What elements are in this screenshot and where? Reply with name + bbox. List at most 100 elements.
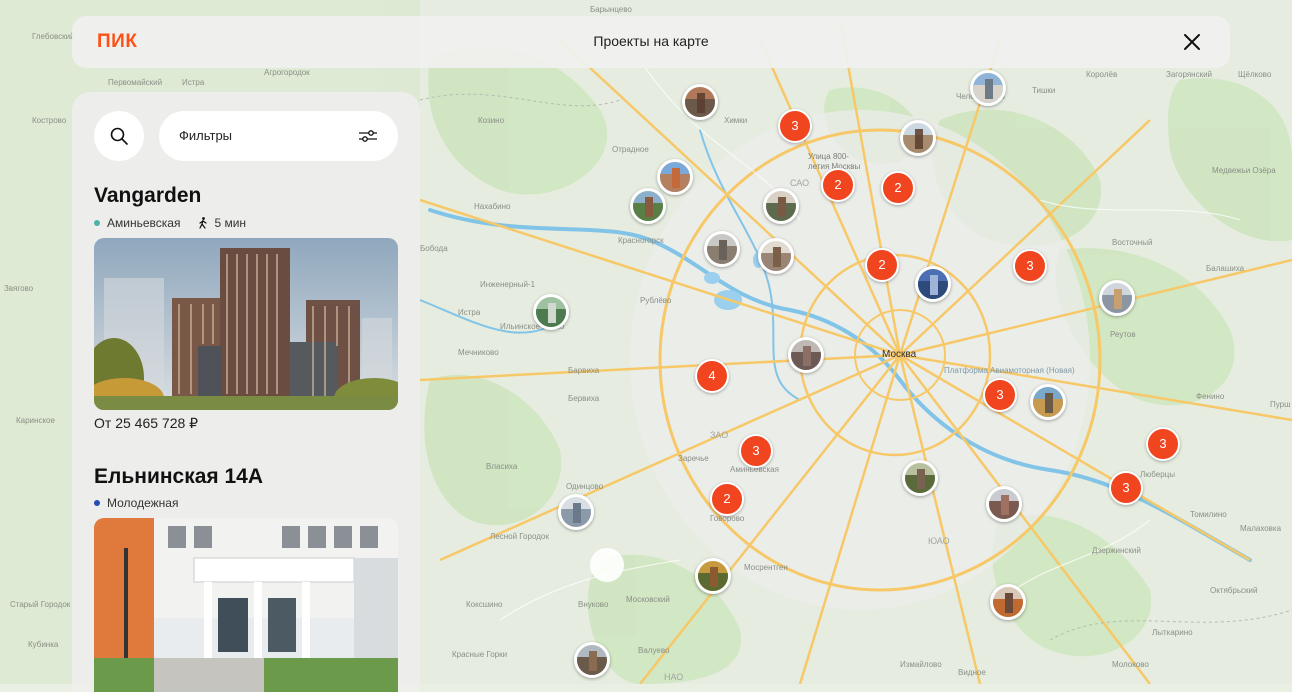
map-label: Щёлково (1238, 70, 1272, 79)
map-label: Внуково (578, 600, 609, 609)
project-metro: Аминьевская 5 мин (94, 216, 246, 230)
map-project-pin[interactable] (900, 120, 936, 156)
map-project-pin[interactable] (915, 266, 951, 302)
walk-time: 5 мин (198, 216, 246, 230)
map-label: Загорянский (1166, 70, 1213, 79)
search-icon (110, 127, 128, 145)
filters-label: Фильтры (179, 128, 233, 143)
map-project-pin[interactable] (574, 642, 610, 678)
metro-station: Аминьевская (107, 216, 181, 230)
map-label: Истра (182, 78, 205, 87)
map-label: Лыткарино (1152, 628, 1193, 637)
map-label: Первомайский (108, 78, 163, 87)
filters-button[interactable]: Фильтры (159, 111, 398, 161)
map-cluster-marker[interactable]: 2 (821, 168, 855, 202)
map-label: Инженерный-1 (480, 280, 536, 289)
map-label: Власиха (486, 462, 518, 471)
map-project-pin[interactable] (682, 84, 718, 120)
map-label: Восточный (1112, 238, 1153, 247)
top-bar: ПИК Проекты на карте (72, 16, 1230, 68)
map-label: Дзержинский (1092, 546, 1141, 555)
projects-panel[interactable]: Фильтры Vangarden Аминьевская 5 мин От 2… (72, 92, 420, 692)
map-label: Измайлово (900, 660, 942, 669)
map-label: Платформа Авиамоторная (Новая) (944, 366, 1075, 375)
map-label: Отрадное (612, 145, 649, 154)
project-title[interactable]: Ельнинская 14А (94, 465, 263, 489)
project-metro: Молодежная (94, 496, 178, 510)
map-cluster-marker[interactable]: 3 (983, 378, 1017, 412)
map-label: Пурш (1270, 400, 1291, 409)
map-label: Тишки (1032, 86, 1056, 95)
map-cluster-marker[interactable]: 3 (739, 434, 773, 468)
map-label: Старый Городок (10, 600, 71, 609)
map-label: Красные Горки (452, 650, 508, 659)
map-label: Мечниково (458, 348, 499, 357)
metro-line-dot (94, 500, 100, 506)
map-cluster-marker[interactable]: 3 (1013, 249, 1047, 283)
map-location-bubble (590, 548, 624, 582)
map-project-pin[interactable] (1030, 384, 1066, 420)
close-icon (1184, 34, 1200, 50)
map-project-pin[interactable] (657, 159, 693, 195)
map-project-pin[interactable] (986, 486, 1022, 522)
map-label: Барынцево (590, 5, 632, 14)
map-label: Фенино (1196, 392, 1225, 401)
map-label: Балашиха (1206, 264, 1245, 273)
map-project-pin[interactable] (902, 460, 938, 496)
project-photo[interactable] (94, 518, 398, 692)
map-label: Кубинка (28, 640, 59, 649)
project-photo[interactable] (94, 238, 398, 410)
map-cluster-marker[interactable]: 4 (695, 359, 729, 393)
map-city-label: Москва (882, 349, 917, 360)
map-label: Красногорск (618, 236, 664, 245)
map-label: Химки (724, 116, 748, 125)
map-cluster-marker[interactable]: 2 (710, 482, 744, 516)
map-label: Кострово (32, 116, 67, 125)
map-project-pin[interactable] (630, 188, 666, 224)
map-district-label: САО (790, 178, 810, 188)
map-cluster-marker[interactable]: 3 (1146, 427, 1180, 461)
map-label: Реутов (1110, 330, 1136, 339)
map-project-pin[interactable] (695, 558, 731, 594)
map-project-pin[interactable] (558, 494, 594, 530)
map-label: Бобода (420, 244, 448, 253)
map-project-pin[interactable] (788, 337, 824, 373)
search-button[interactable] (94, 111, 144, 161)
map-project-pin[interactable] (1099, 280, 1135, 316)
map-district-label: НАО (664, 672, 684, 682)
map-cluster-marker[interactable]: 2 (881, 171, 915, 205)
map-label: Агрогородок (264, 68, 310, 77)
map-label: Коксшино (466, 600, 503, 609)
map-label: Каринское (16, 416, 55, 425)
map-project-pin[interactable] (704, 231, 740, 267)
map-cluster-marker[interactable]: 2 (865, 248, 899, 282)
map-label: Валуево (638, 646, 670, 655)
map-label: Звягово (4, 284, 34, 293)
map-project-pin[interactable] (763, 188, 799, 224)
map-label: Королёв (1086, 70, 1118, 79)
map-label: Мосрентген (744, 563, 788, 572)
map-cluster-marker[interactable]: 3 (778, 109, 812, 143)
map-project-pin[interactable] (990, 584, 1026, 620)
map-project-pin[interactable] (758, 238, 794, 274)
close-button[interactable] (1180, 30, 1204, 54)
map-label: Московский (626, 595, 670, 604)
map-label: Молоково (1112, 660, 1149, 669)
map-label: Нахабино (474, 202, 511, 211)
map-label: Одинцово (566, 482, 604, 491)
map-label: Октябрьский (1210, 586, 1258, 595)
project-price: От 25 465 728 ₽ (94, 415, 199, 431)
metro-station: Молодежная (107, 496, 179, 510)
map-label: Малаховка (1240, 524, 1282, 533)
project-title[interactable]: Vangarden (94, 184, 201, 208)
sliders-icon (359, 130, 377, 142)
map-district-label: ЗАО (710, 430, 729, 440)
map-project-pin[interactable] (533, 294, 569, 330)
map-label: Люберцы (1140, 470, 1175, 479)
map-label: Рублёво (640, 296, 672, 305)
page-title: Проекты на карте (593, 33, 709, 49)
map-label: Медвежьи Озёра (1212, 166, 1276, 175)
map-project-pin[interactable] (970, 70, 1006, 106)
map-cluster-marker[interactable]: 3 (1109, 471, 1143, 505)
map-label: Глебовский (32, 32, 75, 41)
